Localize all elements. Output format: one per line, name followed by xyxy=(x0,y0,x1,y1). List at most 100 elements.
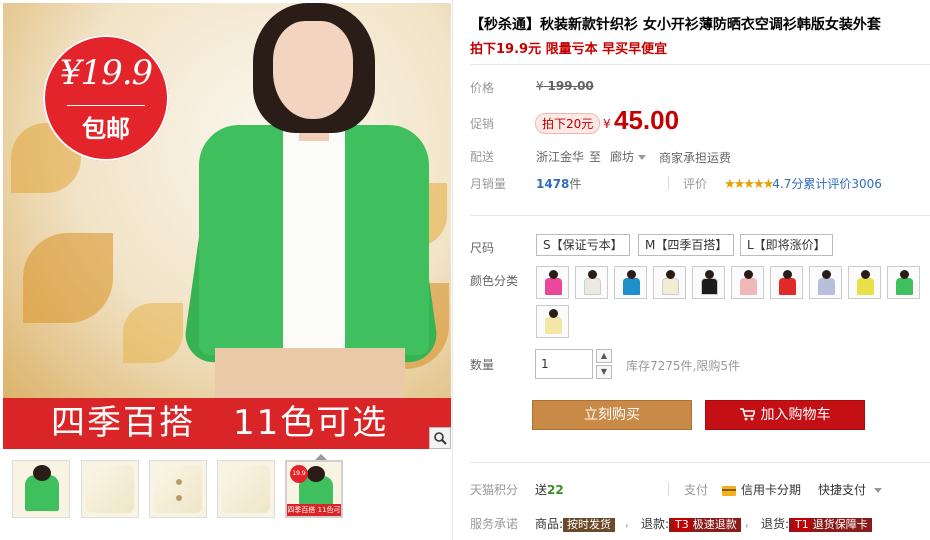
add-to-cart-button[interactable]: 加入购物车 xyxy=(705,400,865,430)
service-label: 服务承诺 xyxy=(470,517,519,531)
thumb-fabric xyxy=(86,465,134,513)
promo-tag: 拍下20元 xyxy=(535,113,601,134)
quantity-decrement-button[interactable]: ▼ xyxy=(596,365,612,379)
thumb-button-detail xyxy=(176,479,182,485)
thumb-fabric xyxy=(154,465,202,513)
service-return-label: 退货: xyxy=(761,517,790,531)
swatch-model-head xyxy=(666,270,675,279)
color-swatch-1[interactable] xyxy=(536,266,569,299)
original-price-value: 199.00 xyxy=(547,79,594,93)
sales-number: 1478 xyxy=(536,177,570,191)
stock-info: 库存7275件,限购5件 xyxy=(626,359,740,373)
swatch-model-head xyxy=(549,309,558,318)
thumbnail-5[interactable]: 19.9 四季百搭 11色可选 xyxy=(285,460,343,526)
color-swatch-2[interactable] xyxy=(575,266,608,299)
size-option-m[interactable]: M【四季百搭】 xyxy=(638,234,735,256)
divider xyxy=(668,176,669,190)
service-separator: , xyxy=(745,515,749,529)
thumb-caption: 四季百搭 11色可选 xyxy=(287,504,341,526)
sales-count: 1478件 xyxy=(536,175,581,192)
color-swatch-7[interactable] xyxy=(770,266,803,299)
color-swatch-6[interactable] xyxy=(731,266,764,299)
thumbnail-3[interactable] xyxy=(149,460,207,518)
sales-unit: 件 xyxy=(569,177,582,191)
add-to-cart-label: 加入购物车 xyxy=(760,407,831,423)
thumbnail-1[interactable] xyxy=(12,460,70,518)
service-refund: 退款: T3 极速退款 xyxy=(641,515,741,532)
color-swatch-3[interactable] xyxy=(614,266,647,299)
color-swatch-10[interactable] xyxy=(887,266,920,299)
swatch-garment xyxy=(545,317,562,334)
swatch-garment xyxy=(701,278,718,295)
points-prefix: 送 xyxy=(535,483,548,497)
quantity-increment-button[interactable]: ▲ xyxy=(596,349,612,363)
credit-card-installment[interactable]: 信用卡分期 xyxy=(722,481,801,498)
swatch-garment xyxy=(896,278,913,295)
buy-now-button[interactable]: 立刻购买 xyxy=(532,400,692,430)
product-title: 【秒杀通】秋装新款针织衫 女小开衫薄防晒衣空调衫韩版女装外套 xyxy=(470,17,881,33)
thumb-button-detail xyxy=(176,495,182,501)
quantity-input[interactable] xyxy=(535,349,593,379)
size-label: 尺码 xyxy=(470,241,495,255)
chevron-down-icon xyxy=(874,488,883,493)
promo-currency: ¥ xyxy=(603,117,611,131)
thumbnail-2[interactable] xyxy=(81,460,139,518)
service-return: 退货: T1 退货保障卡 xyxy=(761,515,872,532)
points-number: 22 xyxy=(547,483,564,497)
thumb-head xyxy=(33,465,51,481)
swatch-model-head xyxy=(549,270,558,279)
banner-left-text: 四季百搭 xyxy=(51,403,195,443)
color-label: 颜色分类 xyxy=(470,274,519,288)
thumbnail-4[interactable] xyxy=(217,460,275,518)
price-label: 价格 xyxy=(470,81,495,95)
credit-card-icon xyxy=(722,485,736,496)
shipping-to-word: 至 xyxy=(589,150,602,164)
promo-label: 促销 xyxy=(470,117,495,131)
star-rating-icon: ★★★★★ xyxy=(724,177,774,192)
points-label: 天猫积分 xyxy=(470,483,519,497)
return-text: 退货保障卡 xyxy=(812,518,868,531)
swatch-model-head xyxy=(861,270,870,279)
rating-link[interactable]: ★★★★★4.7分累计评价3006 xyxy=(724,175,882,192)
original-currency: ¥ xyxy=(536,79,544,93)
color-swatch-11[interactable] xyxy=(536,305,569,338)
size-option-s[interactable]: S【保证亏本】 xyxy=(536,234,630,256)
service-goods-tag[interactable]: 按时发货 xyxy=(563,518,616,532)
promo-price: 45.00 xyxy=(614,105,680,135)
swatch-garment xyxy=(779,278,796,295)
magnifier-icon[interactable] xyxy=(429,427,451,449)
panel-divider xyxy=(452,0,453,540)
color-swatch-8[interactable] xyxy=(809,266,842,299)
cart-icon xyxy=(739,401,756,429)
service-refund-tag[interactable]: T3 极速退款 xyxy=(669,518,741,532)
sales-label: 月销量 xyxy=(470,177,507,191)
swatch-model-head xyxy=(744,270,753,279)
thumb-head xyxy=(307,466,325,482)
leaf-decoration xyxy=(23,233,113,323)
thumbnail-strip: 19.9 四季百搭 11色可选 xyxy=(3,454,451,528)
shipping-note: 商家承担运费 xyxy=(659,151,732,165)
original-price: ¥ 199.00 xyxy=(536,79,594,93)
service-return-tag[interactable]: T1 退货保障卡 xyxy=(789,518,872,532)
service-goods-label: 商品: xyxy=(535,517,564,531)
white-inner-top xyxy=(283,125,345,355)
swatch-model-head xyxy=(705,270,714,279)
swatch-garment xyxy=(662,278,679,295)
color-swatch-9[interactable] xyxy=(848,266,881,299)
color-swatch-4[interactable] xyxy=(653,266,686,299)
return-code: T1 xyxy=(793,518,811,531)
service-refund-label: 退款: xyxy=(641,517,670,531)
swatch-model-head xyxy=(822,270,831,279)
shipping-destination: 廊坊 xyxy=(610,150,635,164)
quantity-label: 数量 xyxy=(470,358,495,372)
color-swatch-5[interactable] xyxy=(692,266,725,299)
main-product-image[interactable]: ¥19.9 包邮 四季百搭 11色可选 xyxy=(3,3,451,449)
shipping-destination-select[interactable]: 廊坊 xyxy=(610,148,647,165)
size-option-l[interactable]: L【即将涨价】 xyxy=(740,234,833,256)
floral-skirt xyxy=(215,348,405,400)
banner-right-text: 11色可选 xyxy=(233,403,389,443)
swatch-garment xyxy=(584,278,601,295)
swatch-garment xyxy=(818,278,835,295)
badge-price: ¥19.9 xyxy=(59,53,153,93)
quick-pay-dropdown[interactable]: 快捷支付 xyxy=(818,481,883,498)
